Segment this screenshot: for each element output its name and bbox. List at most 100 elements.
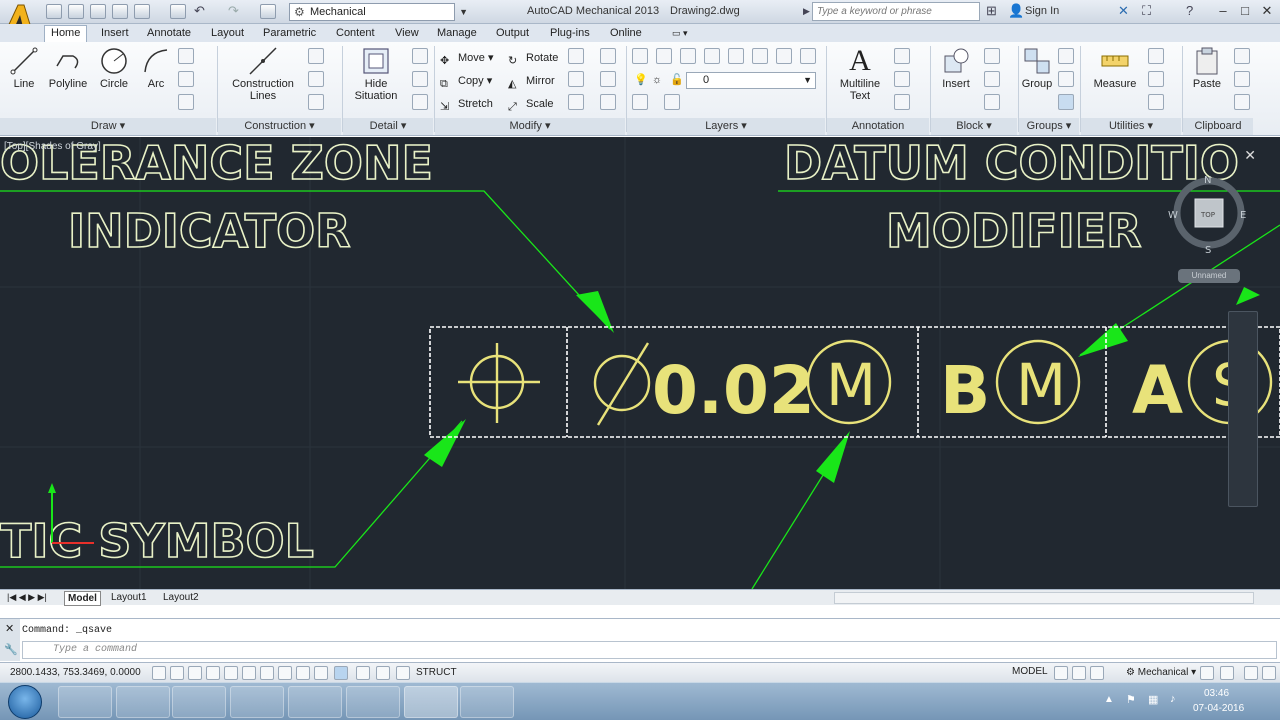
taskbar-ie-icon[interactable]	[58, 686, 112, 718]
tab-home[interactable]: Home	[44, 25, 88, 42]
tab-output[interactable]: Output	[496, 26, 529, 40]
layer-lock-icon[interactable]: 🔓	[670, 73, 684, 87]
measure-button[interactable]: Measure	[1090, 46, 1140, 90]
tab-content[interactable]: Content	[336, 26, 375, 40]
horizontal-scrollbar[interactable]	[834, 592, 1254, 604]
quick-view-layouts-icon[interactable]	[1054, 666, 1068, 680]
navigation-bar[interactable]	[1228, 311, 1258, 507]
open-file-icon[interactable]	[68, 4, 84, 19]
rotate-button[interactable]: ↻ Rotate	[508, 51, 558, 68]
dimension-icon[interactable]	[894, 48, 910, 64]
polar-tracking-icon[interactable]	[224, 666, 238, 680]
redo-icon[interactable]: ↷	[228, 4, 239, 18]
paste-button[interactable]: Paste	[1188, 46, 1226, 90]
layer-tool-8-icon[interactable]	[800, 48, 816, 64]
command-close-icon[interactable]: ✕	[5, 622, 14, 635]
clipboard-panel-title[interactable]: Clipboard	[1183, 118, 1253, 135]
exchange-icon[interactable]: ✕	[1118, 4, 1129, 18]
explode-icon[interactable]	[600, 71, 616, 87]
draw-tool-1-icon[interactable]	[178, 48, 194, 64]
cloud-icon[interactable]	[134, 4, 150, 19]
layer-properties-icon[interactable]	[632, 48, 648, 64]
arc-button[interactable]: Arc	[138, 46, 174, 90]
tab-layout1[interactable]: Layout1	[108, 591, 150, 604]
layer-select[interactable]: 0 ▼	[686, 72, 816, 89]
clean-screen-icon[interactable]	[1262, 666, 1276, 680]
utility-tool-2-icon[interactable]	[1148, 71, 1164, 87]
tab-layout2[interactable]: Layout2	[160, 591, 202, 604]
layer-on-icon[interactable]: 💡	[634, 73, 648, 87]
struct-toggle[interactable]: STRUCT	[416, 667, 457, 678]
taskbar-autocad-icon[interactable]	[404, 686, 458, 718]
create-block-icon[interactable]	[984, 48, 1000, 64]
annotation-panel-title[interactable]: Annotation	[827, 118, 929, 135]
rectangle-icon[interactable]	[178, 71, 194, 87]
mirror-button[interactable]: ◭ Mirror	[508, 74, 555, 91]
lineweight-icon[interactable]	[334, 666, 348, 680]
polyline-button[interactable]: Polyline	[46, 46, 90, 90]
taskbar-recorder-icon[interactable]	[346, 686, 400, 718]
quick-properties-icon[interactable]	[376, 666, 390, 680]
layer-tool-10-icon[interactable]	[664, 94, 680, 110]
tab-annotate[interactable]: Annotate	[147, 26, 191, 40]
copy-button[interactable]: ⧉ Copy ▾	[440, 74, 492, 91]
block-attributes-icon[interactable]	[984, 94, 1000, 110]
close-button[interactable]: ✕	[1256, 2, 1278, 20]
hatch-icon[interactable]	[178, 94, 194, 110]
save-icon[interactable]	[90, 4, 106, 19]
tray-volume-icon[interactable]: ♪	[1170, 693, 1176, 705]
group-edit-icon[interactable]	[1058, 71, 1074, 87]
detail-tool-2-icon[interactable]	[412, 71, 428, 87]
array-icon[interactable]	[568, 48, 584, 64]
isolate-objects-icon[interactable]	[1220, 666, 1234, 680]
lock-ui-icon[interactable]	[1200, 666, 1214, 680]
tab-insert[interactable]: Insert	[101, 26, 129, 40]
taskbar-window-icon[interactable]	[460, 686, 514, 718]
draw-panel-title[interactable]: Draw ▾	[0, 118, 216, 135]
wrench-icon[interactable]: 🔧	[4, 643, 18, 656]
workspace-status-select[interactable]: ⚙ Mechanical ▾	[1126, 667, 1196, 678]
taskbar-acrobat-icon[interactable]	[230, 686, 284, 718]
3d-osnap-icon[interactable]	[260, 666, 274, 680]
edit-block-icon[interactable]	[984, 71, 1000, 87]
drawing-canvas[interactable]: .dtext{font-family:"DejaVu Sans",sans-se…	[0, 137, 1280, 589]
utility-tool-3-icon[interactable]	[1148, 94, 1164, 110]
layer-tool-2-icon[interactable]	[656, 48, 672, 64]
selection-cycling-icon[interactable]	[396, 666, 410, 680]
trim-icon[interactable]	[568, 71, 584, 87]
snap-mode-icon[interactable]	[170, 666, 184, 680]
fillet-icon[interactable]	[568, 94, 584, 110]
leader-icon[interactable]	[894, 71, 910, 87]
layer-tool-3-icon[interactable]	[680, 48, 696, 64]
viewport-controls-label[interactable]: [Top][Shades of Gray]	[4, 141, 101, 152]
construction-rect-icon[interactable]	[308, 71, 324, 87]
ortho-mode-icon[interactable]	[206, 666, 220, 680]
construction-circle-icon[interactable]	[308, 48, 324, 64]
cut-icon[interactable]	[1234, 48, 1250, 64]
ungroup-icon[interactable]	[1058, 48, 1074, 64]
detail-panel-title[interactable]: Detail ▾	[343, 118, 433, 135]
copy-clip-icon[interactable]	[1234, 71, 1250, 87]
title-arrow-icon[interactable]: ▶	[803, 4, 810, 18]
grid-display-icon[interactable]	[188, 666, 202, 680]
layers-panel-title[interactable]: Layers ▾	[627, 118, 825, 135]
tab-layout[interactable]: Layout	[211, 26, 244, 40]
command-input[interactable]: Type a command	[22, 641, 1277, 659]
tray-flag-icon[interactable]: ⚑	[1126, 693, 1136, 706]
layer-tool-6-icon[interactable]	[752, 48, 768, 64]
annotation-scale-icon[interactable]	[1090, 666, 1104, 680]
groups-panel-title[interactable]: Groups ▾	[1019, 118, 1079, 135]
layer-freeze-icon[interactable]: ☼	[652, 73, 662, 87]
block-panel-title[interactable]: Block ▾	[931, 118, 1017, 135]
binoculars-icon[interactable]: ⊞	[986, 4, 997, 18]
command-window-handle[interactable]: ✕ 🔧	[0, 619, 20, 661]
infer-constraints-icon[interactable]	[152, 666, 166, 680]
tray-network-icon[interactable]: ▦	[1148, 693, 1158, 706]
offset-icon[interactable]	[600, 94, 616, 110]
layer-tool-4-icon[interactable]	[704, 48, 720, 64]
insert-block-button[interactable]: Insert	[936, 46, 976, 90]
scale-button[interactable]: ⤢ Scale	[508, 97, 554, 114]
tab-manage[interactable]: Manage	[437, 26, 477, 40]
model-space-button[interactable]: MODEL	[1012, 666, 1048, 677]
table-icon[interactable]	[894, 94, 910, 110]
